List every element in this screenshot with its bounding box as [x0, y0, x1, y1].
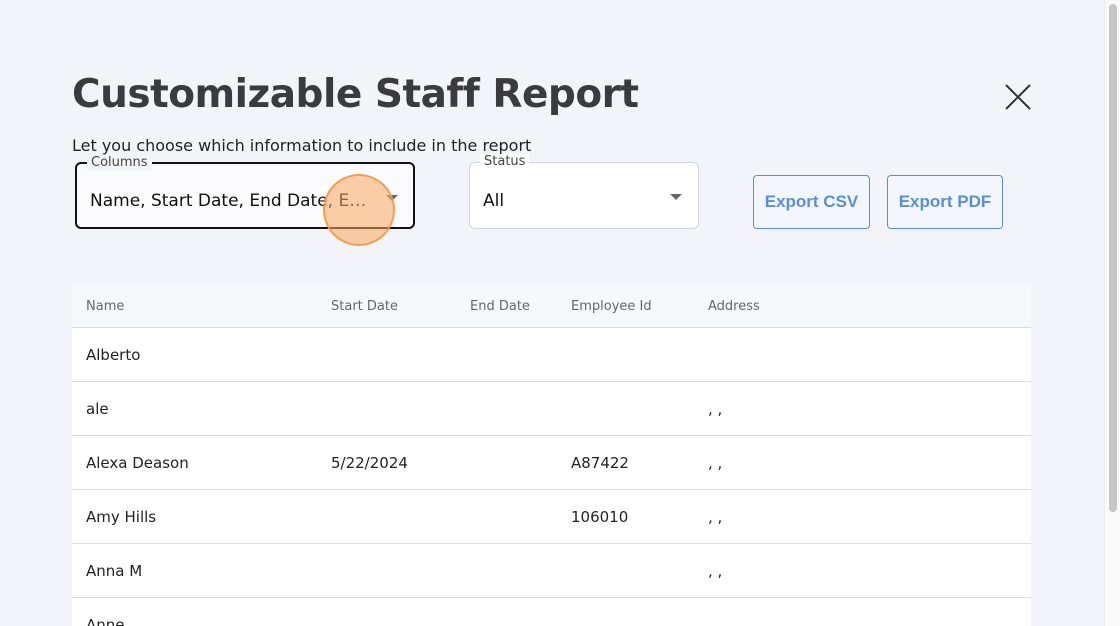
column-header-employee-id[interactable]: Employee Id	[571, 285, 652, 327]
column-header-start-date[interactable]: Start Date	[331, 285, 398, 327]
cell-name: Alberto	[86, 345, 141, 364]
chevron-down-icon	[386, 195, 398, 201]
cell-name: ale	[86, 399, 109, 418]
export-csv-button[interactable]: Export CSV	[753, 175, 870, 229]
column-header-name[interactable]: Name	[86, 285, 124, 327]
columns-label: Columns	[87, 155, 152, 171]
table-row[interactable]: Alberto	[72, 328, 1031, 382]
close-button[interactable]	[998, 78, 1038, 118]
close-icon	[1005, 84, 1031, 110]
staff-table: Name Start Date End Date Employee Id Add…	[72, 285, 1031, 626]
page-title: Customizable Staff Report	[72, 72, 639, 117]
vertical-scrollbar[interactable]	[1104, 0, 1120, 626]
page-subtitle: Let you choose which information to incl…	[72, 136, 532, 155]
table-row[interactable]: Anna M , ,	[72, 544, 1031, 598]
column-header-end-date[interactable]: End Date	[470, 285, 530, 327]
status-select[interactable]: Status All	[469, 154, 699, 229]
staff-report-page: Customizable Staff Report Let you choose…	[0, 0, 1120, 626]
columns-value: Name, Start Date, End Date, Employee Id,…	[90, 191, 382, 211]
cell-name: Anne	[86, 615, 125, 626]
export-pdf-button[interactable]: Export PDF	[887, 175, 1003, 229]
cell-name: Alexa Deason	[86, 453, 189, 472]
cell-employee-id: A87422	[571, 453, 629, 472]
cell-address: , ,	[708, 399, 723, 418]
cell-address: , ,	[708, 453, 723, 472]
cell-name: Amy Hills	[86, 507, 157, 526]
scrollbar-thumb[interactable]	[1109, 4, 1117, 512]
cell-address: , ,	[708, 561, 723, 580]
cell-start-date: 5/22/2024	[331, 453, 408, 472]
status-label: Status	[480, 154, 530, 170]
table-header: Name Start Date End Date Employee Id Add…	[72, 285, 1031, 328]
table-row[interactable]: Amy Hills 106010 , ,	[72, 490, 1031, 544]
cell-address: , ,	[708, 507, 723, 526]
chevron-down-icon	[670, 194, 682, 200]
table-row[interactable]: Anne	[72, 598, 1031, 626]
table-row[interactable]: Alexa Deason 5/22/2024 A87422 , ,	[72, 436, 1031, 490]
columns-select[interactable]: Columns Name, Start Date, End Date, Empl…	[75, 155, 415, 229]
status-value: All	[483, 191, 505, 211]
cell-employee-id: 106010	[571, 507, 629, 526]
column-header-address[interactable]: Address	[708, 285, 760, 327]
cell-name: Anna M	[86, 561, 143, 580]
table-row[interactable]: ale , ,	[72, 382, 1031, 436]
